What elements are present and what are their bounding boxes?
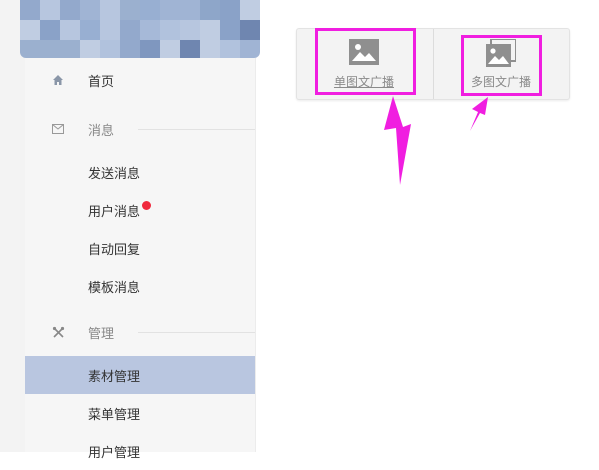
sidebar-item-label: 首页 <box>88 74 115 90</box>
sidebar-item-text: 用户消息 <box>88 204 141 220</box>
sidebar-item-auto-reply[interactable]: 自动回复 <box>25 229 255 267</box>
sidebar-item-user-manage[interactable]: 用户管理 <box>25 432 255 470</box>
sidebar-item-material-manage[interactable]: 素材管理 <box>25 356 255 394</box>
sidebar-item-home[interactable]: 首页 <box>25 61 255 99</box>
arrow-to-single <box>384 96 411 185</box>
sidebar-item-label: 用户管理 <box>88 445 141 461</box>
section-divider <box>138 332 255 333</box>
envelope-icon <box>51 122 65 136</box>
sidebar-item-label: 自动回复 <box>88 242 141 258</box>
section-divider <box>138 129 255 130</box>
section-label: 消息 <box>88 123 115 139</box>
highlight-box-multi <box>461 35 542 96</box>
section-label: 管理 <box>88 326 115 342</box>
sidebar-item-label: 模板消息 <box>88 280 141 296</box>
sidebar-item-label: 菜单管理 <box>88 407 141 423</box>
blurred-avatar-header <box>20 0 260 58</box>
left-edge-strip <box>0 0 25 452</box>
sidebar-item-menu-manage[interactable]: 菜单管理 <box>25 394 255 432</box>
highlight-box-single <box>315 28 416 95</box>
sidebar-item-label: 用户消息 <box>88 200 152 220</box>
arrow-to-multi <box>470 97 488 131</box>
section-header-manage: 管理 <box>25 318 255 346</box>
sidebar-item-label: 发送消息 <box>88 166 141 182</box>
tools-icon <box>51 325 65 339</box>
sidebar-item-label: 素材管理 <box>88 369 141 385</box>
sidebar: 首页 消息 发送消息 用户消息 自动回复 模板消息 管理 素材管理 菜单管理 用… <box>25 58 256 461</box>
unread-dot-badge <box>142 200 152 210</box>
sidebar-item-template-message[interactable]: 模板消息 <box>25 267 255 305</box>
sidebar-item-user-messages[interactable]: 用户消息 <box>25 191 255 229</box>
home-icon <box>51 73 65 87</box>
sidebar-item-send-message[interactable]: 发送消息 <box>25 153 255 191</box>
section-header-messages: 消息 <box>25 115 255 143</box>
